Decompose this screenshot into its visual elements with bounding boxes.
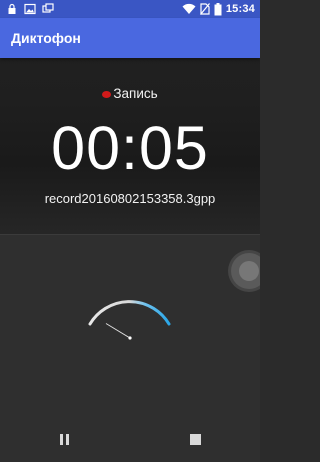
recorder-screen: 15:34 Диктофон Запись 00:05 record201608…	[0, 0, 260, 462]
wifi-icon	[182, 3, 196, 15]
stop-icon	[189, 433, 201, 445]
image-icon	[24, 3, 36, 15]
record-indicator-icon	[102, 90, 112, 98]
level-meter-arc	[88, 300, 171, 326]
level-meter-pivot	[128, 336, 132, 340]
screens-icon	[42, 3, 54, 13]
level-meter-needle	[105, 323, 131, 339]
elapsed-timer: 00:05	[51, 114, 209, 182]
vu-meter-icon	[88, 300, 171, 340]
recording-state: Запись	[0, 86, 260, 101]
recording-filename: record20160802153358.3gpp	[44, 191, 216, 206]
floating-handle-knob	[239, 261, 259, 281]
recording-state-label: Запись	[113, 86, 158, 101]
floating-handle[interactable]	[231, 253, 260, 289]
battery-icon	[214, 2, 222, 15]
status-bar: 15:34	[0, 0, 260, 18]
system-icons: 15:34	[182, 1, 255, 17]
lock-icon	[8, 3, 16, 14]
no-sim-icon	[199, 3, 210, 15]
pause-icon	[58, 433, 70, 445]
pause-button[interactable]	[49, 424, 79, 454]
stop-button[interactable]	[180, 424, 210, 454]
app-title: Диктофон	[11, 30, 81, 46]
app-bar: Диктофон	[0, 18, 260, 58]
status-time: 15:34	[225, 3, 255, 15]
notification-icons	[6, 3, 54, 15]
